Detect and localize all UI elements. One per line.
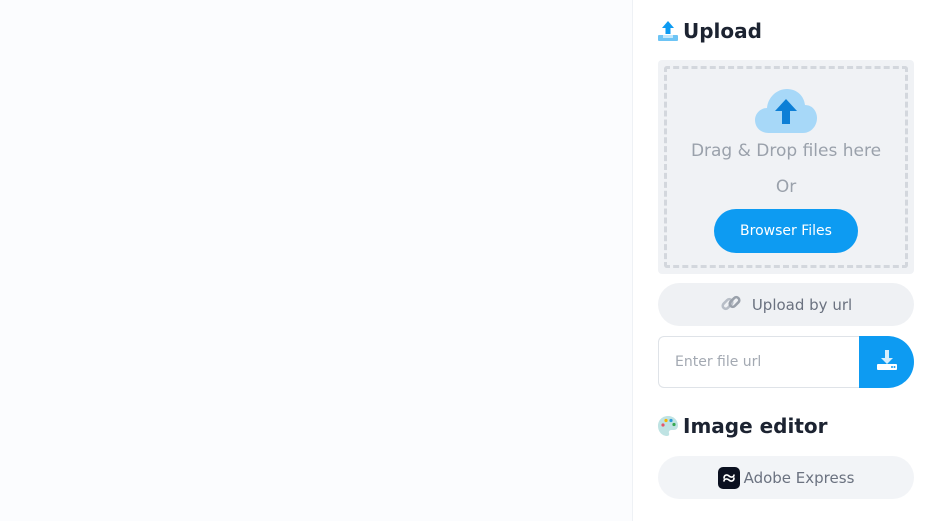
dropzone[interactable]: Drag & Drop files here Or Browser Files xyxy=(658,60,914,274)
dropzone-instructions: Drag & Drop files here xyxy=(690,141,882,161)
adobe-express-button[interactable]: Adobe Express xyxy=(658,456,914,499)
link-icon xyxy=(720,292,742,318)
upload-title-text: Upload xyxy=(683,19,762,43)
adobe-express-label: Adobe Express xyxy=(743,468,855,487)
dropzone-or-label: Or xyxy=(775,177,797,197)
url-input-row xyxy=(658,336,914,388)
cloud-upload-icon xyxy=(753,87,819,135)
image-editor-section-title: Image editor xyxy=(657,413,828,439)
download-tray-icon xyxy=(876,349,898,375)
browse-files-button[interactable]: Browser Files xyxy=(714,209,858,253)
adobe-express-logo-icon xyxy=(717,466,740,489)
image-editor-title-text: Image editor xyxy=(683,414,828,438)
dropzone-border[interactable]: Drag & Drop files here Or Browser Files xyxy=(664,66,908,268)
upload-section-title: Upload xyxy=(657,18,762,44)
upload-tray-icon xyxy=(657,20,679,42)
upload-by-url-button[interactable]: Upload by url xyxy=(658,283,914,326)
sidebar-panel: Upload Drag & Drop files here Or Browser… xyxy=(632,0,934,521)
palette-icon xyxy=(657,415,679,437)
url-submit-button[interactable] xyxy=(859,336,914,388)
upload-by-url-label: Upload by url xyxy=(751,295,853,314)
editor-canvas xyxy=(0,0,632,521)
file-url-input[interactable] xyxy=(658,336,864,388)
